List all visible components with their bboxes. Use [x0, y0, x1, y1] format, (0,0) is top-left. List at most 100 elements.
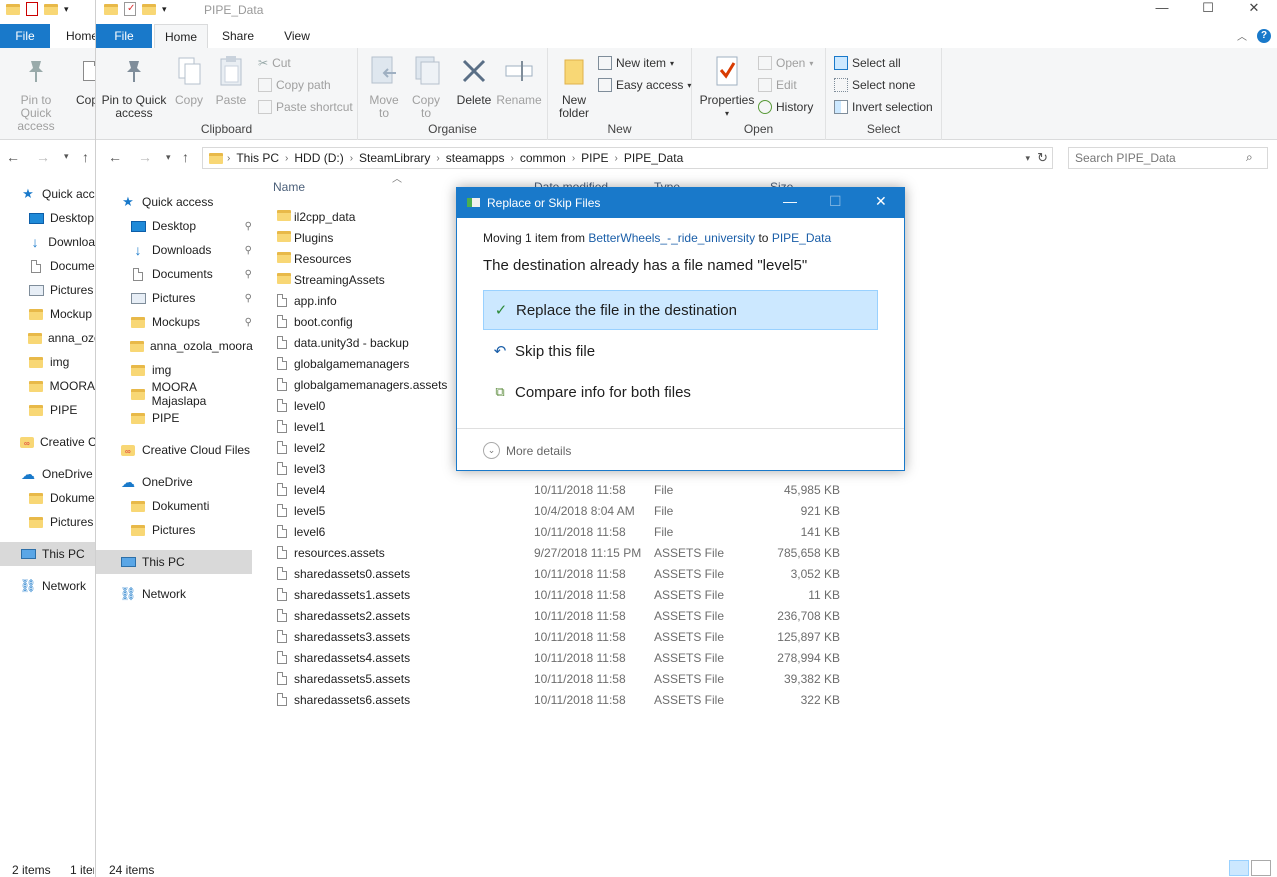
bg-back-icon[interactable]: ←: [6, 149, 20, 165]
nav-item-img[interactable]: img: [96, 358, 252, 382]
nav-item-pictures[interactable]: Pictures: [96, 518, 252, 542]
edit-button[interactable]: Edit: [758, 78, 797, 92]
easy-access-button[interactable]: Easy access ▾: [598, 78, 691, 92]
bg-nav-item[interactable]: ⛓ Network: [0, 574, 95, 598]
bg-nav-item[interactable]: This PC: [0, 542, 95, 566]
copy-button[interactable]: Copy: [172, 54, 206, 107]
file-row[interactable]: resources.assets 9/27/2018 11:15 PM ASSETS…: [272, 542, 872, 563]
close-button[interactable]: ✕: [1231, 0, 1277, 18]
bg-nav-item[interactable]: ★ Quick acc: [0, 182, 95, 206]
properties-icon[interactable]: ✓: [124, 2, 136, 16]
tab-share[interactable]: Share: [222, 24, 254, 48]
nav-item-quick-access[interactable]: ★ Quick access: [96, 190, 252, 214]
file-row[interactable]: sharedassets3.assets 10/11/2018 11:58 ASSE…: [272, 626, 872, 647]
column-header-name[interactable]: Name: [273, 176, 305, 198]
help-icon[interactable]: ?: [1257, 28, 1271, 43]
file-row[interactable]: level4 10/11/2018 11:58 File 45,985 KB: [272, 479, 872, 500]
maximize-button[interactable]: ☐: [1185, 0, 1231, 18]
select-none-button[interactable]: Select none: [834, 78, 915, 92]
file-row[interactable]: sharedassets6.assets 10/11/2018 11:58 ASSE…: [272, 689, 872, 710]
nav-item-pictures[interactable]: Pictures ⚲: [96, 286, 252, 310]
file-row[interactable]: sharedassets2.assets 10/11/2018 11:58 ASSE…: [272, 605, 872, 626]
bg-nav-item[interactable]: Pictures: [0, 278, 95, 302]
bg-nav-item[interactable]: Dokume: [0, 486, 95, 510]
tab-file[interactable]: File: [96, 24, 152, 48]
file-row[interactable]: sharedassets1.assets 10/11/2018 11:58 ASSE…: [272, 584, 872, 605]
bg-nav-item[interactable]: PIPE: [0, 398, 95, 422]
source-folder-link[interactable]: BetterWheels_-_ride_university: [588, 231, 755, 245]
open-button[interactable]: Open ▾: [758, 56, 813, 70]
bg-forward-icon[interactable]: →: [36, 149, 50, 165]
recent-locations-icon[interactable]: ▾: [166, 152, 171, 163]
file-row[interactable]: level6 10/11/2018 11:58 File 141 KB: [272, 521, 872, 542]
back-icon[interactable]: ←: [108, 149, 122, 165]
dialog-close-button[interactable]: ✕: [875, 193, 887, 210]
breadcrumb-pipe-data[interactable]: PIPE_Data: [618, 151, 689, 165]
bg-recent-icon[interactable]: ▾: [64, 151, 69, 162]
nav-item-downloads[interactable]: ↓ Downloads ⚲: [96, 238, 253, 262]
details-view-icon[interactable]: [1229, 860, 1249, 876]
forward-icon[interactable]: →: [138, 149, 152, 165]
folder-icon[interactable]: [104, 3, 118, 15]
bg-nav-item[interactable]: Mockup: [0, 302, 95, 326]
nav-item-dokumenti[interactable]: Dokumenti: [96, 494, 252, 518]
bg-pin-button[interactable]: Pin to Quick access: [4, 54, 68, 133]
copy-path-button[interactable]: Copy path: [258, 78, 331, 92]
file-row[interactable]: sharedassets4.assets 10/11/2018 11:58 ASSE…: [272, 647, 872, 668]
nav-item-pipe[interactable]: PIPE: [96, 406, 252, 430]
collapse-ribbon-icon[interactable]: ︿: [1237, 28, 1247, 43]
move-to-button[interactable]: Move to: [364, 54, 404, 120]
properties-icon[interactable]: [26, 2, 38, 16]
address-bar[interactable]: › This PC › HDD (D:) › SteamLibrary › st…: [202, 147, 1053, 169]
bg-nav-item[interactable]: ↓ Downloa: [0, 230, 95, 254]
bg-nav-item[interactable]: MOORA: [0, 374, 95, 398]
file-row[interactable]: sharedassets5.assets 10/11/2018 11:58 ASSE…: [272, 668, 872, 689]
breadcrumb-steamapps[interactable]: steamapps: [440, 151, 511, 165]
nav-item-desktop[interactable]: Desktop ⚲: [96, 214, 252, 238]
file-row[interactable]: level5 10/4/2018 8:04 AM File 921 KB: [272, 500, 872, 521]
select-all-button[interactable]: Select all: [834, 56, 901, 70]
copy-to-button[interactable]: Copy to: [406, 54, 446, 120]
file-row[interactable]: sharedassets0.assets 10/11/2018 11:58 ASSE…: [272, 563, 872, 584]
invert-selection-button[interactable]: Invert selection: [834, 100, 933, 114]
minimize-button[interactable]: —: [1139, 0, 1185, 18]
pin-to-quick-access-button[interactable]: Pin to Quick access: [100, 54, 168, 120]
bg-up-icon[interactable]: ↑: [82, 149, 89, 165]
new-folder-icon[interactable]: [44, 3, 58, 15]
nav-item-moora-majaslapa[interactable]: MOORA Majaslapa: [96, 380, 252, 408]
breadcrumb-hdd[interactable]: HDD (D:): [288, 151, 349, 165]
breadcrumb-pipe[interactable]: PIPE: [575, 151, 614, 165]
nav-item-onedrive[interactable]: ☁ OneDrive: [96, 470, 252, 494]
paste-button[interactable]: Paste: [212, 54, 250, 107]
nav-item-mockups[interactable]: Mockups ⚲: [96, 310, 252, 334]
nav-item-network[interactable]: ⛓ Network: [96, 582, 252, 606]
paste-shortcut-button[interactable]: Paste shortcut: [258, 100, 353, 114]
tab-home[interactable]: Home: [154, 24, 208, 49]
large-icons-view-icon[interactable]: [1251, 860, 1271, 876]
delete-button[interactable]: Delete: [454, 54, 494, 107]
dropdown-icon[interactable]: ▾: [64, 4, 69, 15]
dialog-minimize-button[interactable]: —: [783, 193, 797, 209]
new-folder-button[interactable]: New folder: [554, 54, 594, 120]
cut-button[interactable]: ✂ Cut: [258, 56, 291, 70]
nav-item-this-pc[interactable]: This PC: [96, 550, 252, 574]
compare-files-option[interactable]: ⧉ Compare info for both files: [483, 372, 878, 412]
refresh-icon[interactable]: ↻: [1037, 150, 1048, 166]
nav-item-creative-cloud-files[interactable]: ∞ Creative Cloud Files: [96, 438, 252, 462]
bg-nav-item[interactable]: Desktop: [0, 206, 95, 230]
breadcrumb-common[interactable]: common: [514, 151, 572, 165]
history-button[interactable]: History: [758, 100, 813, 114]
bg-nav-item[interactable]: anna_ozo: [0, 326, 95, 350]
folder-icon[interactable]: [6, 3, 20, 15]
properties-button[interactable]: Properties ▾: [698, 54, 756, 120]
up-icon[interactable]: ↑: [182, 149, 189, 165]
bg-nav-item[interactable]: ∞ Creative C: [0, 430, 95, 454]
new-folder-icon[interactable]: [142, 3, 156, 15]
bg-nav-item[interactable]: ☁ OneDrive: [0, 462, 95, 486]
bg-nav-item[interactable]: Docume: [0, 254, 95, 278]
skip-file-option[interactable]: ↶ Skip this file: [483, 331, 878, 371]
bg-nav-item[interactable]: img: [0, 350, 95, 374]
replace-file-option[interactable]: ✓ Replace the file in the destination: [483, 290, 878, 330]
customize-toolbar-icon[interactable]: ▾: [162, 4, 167, 15]
new-item-button[interactable]: New item ▾: [598, 56, 674, 70]
